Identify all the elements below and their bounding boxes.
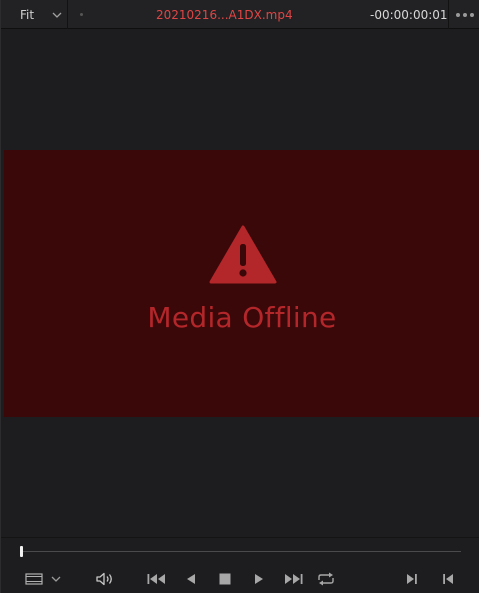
chevron-down-icon	[52, 12, 62, 18]
play-forward-button[interactable]	[252, 570, 266, 588]
more-dot-icon	[463, 13, 467, 17]
jump-to-end-button[interactable]	[282, 570, 304, 588]
viewer-options-button[interactable]	[25, 570, 63, 588]
loop-button[interactable]	[315, 570, 337, 588]
play-reverse-icon	[187, 574, 195, 584]
play-reverse-button[interactable]	[184, 570, 198, 588]
viewer-canvas[interactable]: Media Offline	[1, 29, 479, 537]
jump-to-end-icon	[285, 574, 303, 584]
viewer-header: Fit 20210216...A1DX.mp4 -00:00:00:01	[1, 0, 479, 29]
previous-frame-icon	[443, 574, 453, 584]
jump-to-start-icon	[147, 574, 165, 584]
timecode-display[interactable]: -00:00:00:01	[370, 8, 448, 22]
next-frame-icon	[407, 574, 417, 584]
zoom-dropdown[interactable]: Fit	[1, 0, 68, 29]
audio-volume-icon	[96, 572, 112, 586]
clip-name[interactable]: 20210216...A1DX.mp4	[156, 8, 293, 22]
more-options-button[interactable]	[448, 0, 479, 29]
jump-to-start-button[interactable]	[146, 570, 168, 588]
previous-frame-button[interactable]	[440, 570, 456, 588]
transport-bar	[1, 537, 479, 593]
status-dot	[80, 13, 83, 16]
more-dot-icon	[470, 13, 474, 17]
stop-icon	[219, 573, 231, 585]
play-forward-icon	[255, 574, 263, 584]
viewer-options-icon	[25, 573, 61, 585]
warning-icon	[209, 225, 277, 284]
playhead-handle[interactable]	[20, 546, 23, 557]
media-offline-frame: Media Offline	[4, 150, 479, 417]
scrubber-track[interactable]	[20, 551, 461, 552]
loop-icon	[318, 572, 334, 586]
viewer-panel: Fit 20210216...A1DX.mp4 -00:00:00:01 Med…	[0, 0, 479, 593]
stop-button[interactable]	[218, 570, 232, 588]
next-frame-button[interactable]	[404, 570, 420, 588]
more-dot-icon	[456, 13, 460, 17]
audio-volume-button[interactable]	[94, 570, 116, 588]
zoom-dropdown-label: Fit	[20, 8, 35, 22]
media-offline-message: Media Offline	[147, 301, 337, 334]
